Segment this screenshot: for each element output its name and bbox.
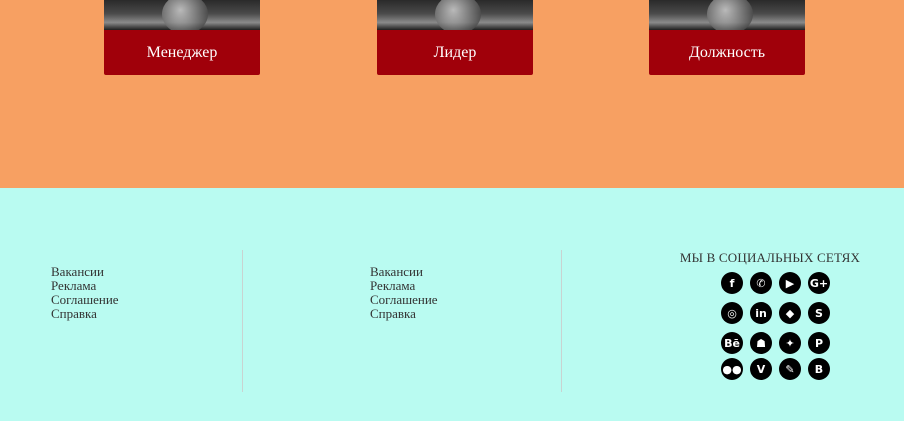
- team-card-label: Лидер: [377, 30, 533, 75]
- team-photo: [649, 0, 805, 30]
- team-card-label: Должность: [649, 30, 805, 75]
- team-photo: [104, 0, 260, 30]
- social-title: МЫ В СОЦИАЛЬНЫХ СЕТЯХ: [679, 250, 861, 265]
- footer-link-help[interactable]: Справка: [370, 307, 438, 321]
- skype-icon[interactable]: S: [808, 302, 830, 324]
- footer-link-agreement[interactable]: Соглашение: [370, 293, 438, 307]
- team-card[interactable]: Должность: [649, 0, 805, 75]
- dropbox-icon[interactable]: ◆: [779, 302, 801, 324]
- team-section: Менеджер Лидер Должность: [0, 0, 904, 188]
- team-card[interactable]: Лидер: [377, 0, 533, 75]
- team-card[interactable]: Менеджер: [104, 0, 260, 75]
- footer-link-advertising[interactable]: Реклама: [370, 279, 438, 293]
- team-card-label: Менеджер: [104, 30, 260, 75]
- youtube-icon[interactable]: ▶: [779, 272, 801, 294]
- footer-link-advertising[interactable]: Реклама: [51, 279, 119, 293]
- google-plus-icon[interactable]: G+: [808, 272, 830, 294]
- team-photo: [377, 0, 533, 30]
- evernote-icon[interactable]: ✎: [779, 358, 801, 380]
- footer: Вакансии Реклама Соглашение Справка Вака…: [0, 188, 904, 421]
- whatsapp-icon[interactable]: ✆: [750, 272, 772, 294]
- footer-links-column: Вакансии Реклама Соглашение Справка: [51, 265, 119, 321]
- footer-divider: [561, 250, 562, 392]
- facebook-icon[interactable]: f: [721, 272, 743, 294]
- footer-link-vacancies[interactable]: Вакансии: [370, 265, 438, 279]
- footer-link-help[interactable]: Справка: [51, 307, 119, 321]
- snapchat-icon[interactable]: ☗: [750, 332, 772, 354]
- behance-icon[interactable]: Bē: [721, 332, 743, 354]
- instagram-icon[interactable]: ◎: [721, 302, 743, 324]
- flickr-icon[interactable]: ●●: [721, 358, 743, 380]
- footer-divider: [242, 250, 243, 392]
- blogger-icon[interactable]: B: [808, 358, 830, 380]
- twitter-icon[interactable]: ✦: [779, 332, 801, 354]
- pinterest-icon[interactable]: P: [808, 332, 830, 354]
- footer-link-vacancies[interactable]: Вакансии: [51, 265, 119, 279]
- footer-link-agreement[interactable]: Соглашение: [51, 293, 119, 307]
- footer-links-column: Вакансии Реклама Соглашение Справка: [370, 265, 438, 321]
- vimeo-icon[interactable]: V: [750, 358, 772, 380]
- linkedin-icon[interactable]: in: [750, 302, 772, 324]
